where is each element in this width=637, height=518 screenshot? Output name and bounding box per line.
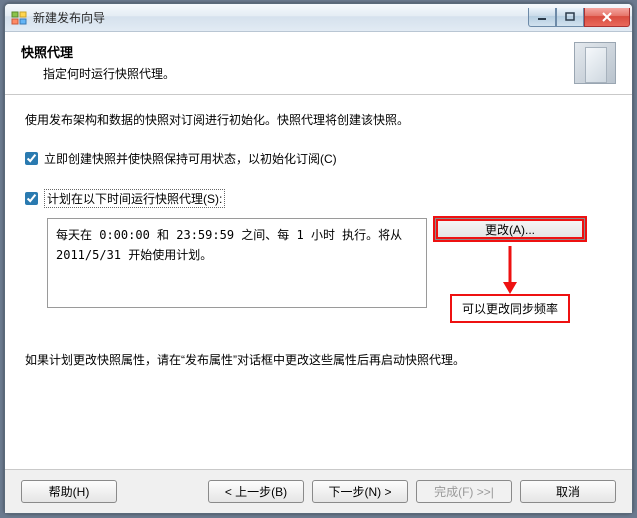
window-buttons	[528, 8, 630, 27]
wizard-header: 快照代理 指定何时运行快照代理。	[5, 32, 632, 95]
annotation-note: 可以更改同步频率	[450, 294, 570, 323]
cancel-button[interactable]: 取消	[520, 480, 616, 503]
wizard-icon	[574, 42, 616, 84]
titlebar[interactable]: 新建发布向导	[5, 4, 632, 32]
back-button[interactable]: < 上一步(B)	[208, 480, 304, 503]
schedule-label: 计划在以下时间运行快照代理(S):	[44, 189, 225, 208]
maximize-button[interactable]	[556, 8, 584, 27]
page-title: 快照代理	[21, 42, 574, 61]
annotation-arrow	[500, 246, 520, 294]
schedule-checkbox[interactable]	[25, 192, 38, 205]
schedule-textbox[interactable]: 每天在 0:00:00 和 23:59:59 之间、每 1 小时 执行。将从 2…	[47, 218, 427, 308]
button-bar: 帮助(H) < 上一步(B) 下一步(N) > 完成(F) >>| 取消	[5, 469, 632, 513]
next-button[interactable]: 下一步(N) >	[312, 480, 408, 503]
wizard-window: 新建发布向导 快照代理 指定何时运行快照代理。 使用发布架构和数据的快照对订阅进…	[4, 3, 633, 514]
create-snapshot-now-label: 立即创建快照并使快照保持可用状态，以初始化订阅(C)	[44, 150, 337, 167]
wizard-content: 使用发布架构和数据的快照对订阅进行初始化。快照代理将创建该快照。 立即创建快照并…	[5, 95, 632, 469]
minimize-icon	[537, 12, 547, 22]
schedule-row[interactable]: 计划在以下时间运行快照代理(S):	[25, 189, 612, 208]
window-title: 新建发布向导	[33, 9, 528, 26]
intro-text: 使用发布架构和数据的快照对订阅进行初始化。快照代理将创建该快照。	[25, 111, 612, 128]
change-button[interactable]: 更改(A)...	[435, 218, 585, 240]
footer-note: 如果计划更改快照属性，请在“发布属性”对话框中更改这些属性后再启动快照代理。	[25, 351, 612, 368]
create-snapshot-now-checkbox[interactable]	[25, 152, 38, 165]
finish-button: 完成(F) >>|	[416, 480, 512, 503]
app-icon	[11, 10, 27, 26]
create-snapshot-now-row[interactable]: 立即创建快照并使快照保持可用状态，以初始化订阅(C)	[25, 150, 612, 167]
page-subtitle: 指定何时运行快照代理。	[43, 65, 574, 82]
maximize-icon	[565, 12, 575, 22]
close-icon	[601, 12, 613, 22]
minimize-button[interactable]	[528, 8, 556, 27]
close-button[interactable]	[584, 8, 630, 27]
schedule-block: 每天在 0:00:00 和 23:59:59 之间、每 1 小时 执行。将从 2…	[47, 218, 612, 323]
help-button[interactable]: 帮助(H)	[21, 480, 117, 503]
